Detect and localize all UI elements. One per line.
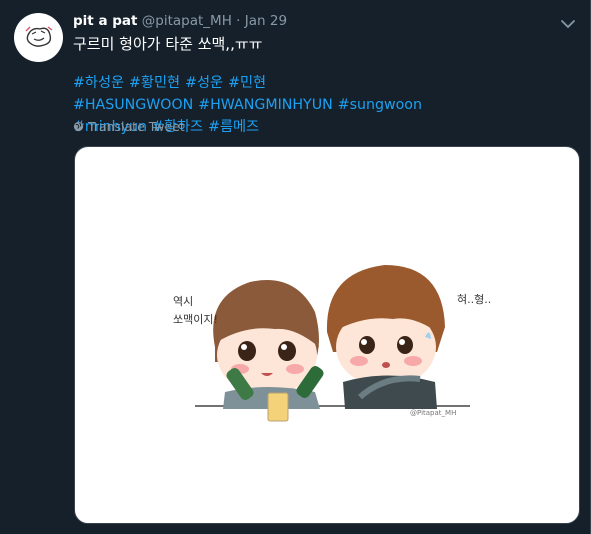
- hashtag-link[interactable]: #황민현: [129, 75, 180, 91]
- globe-icon: [73, 121, 84, 132]
- tweet[interactable]: pit a pat @pitapat_MH · Jan 29 구르미 형아가 타…: [0, 0, 591, 534]
- tweet-date[interactable]: Jan 29: [245, 13, 287, 29]
- avatar-sketch-icon: [25, 26, 53, 47]
- dot-separator: ·: [236, 13, 241, 29]
- user-handle[interactable]: @pitapat_MH: [142, 13, 232, 29]
- artist-signature: @Pitapat_MH: [410, 409, 456, 417]
- hashtag-link[interactable]: #HWANGMINHYUN: [198, 97, 333, 113]
- left-speech-line-2: 쏘맥이지!: [173, 313, 218, 326]
- hashtag-link[interactable]: #름메즈: [208, 119, 259, 135]
- display-name[interactable]: pit a pat: [73, 13, 137, 29]
- tweet-media-image[interactable]: 역시 쏘맥이지! 혀..형.. @Pitapat_MH: [74, 146, 580, 524]
- hashtag-link[interactable]: #성운: [185, 75, 223, 91]
- translate-label: Translate Tweet: [88, 119, 185, 134]
- tweet-header: pit a pat @pitapat_MH · Jan 29: [73, 13, 287, 31]
- tweet-text: 구르미 형아가 타준 쏘맥,,ㅠㅠ: [73, 35, 263, 53]
- hashtag-link[interactable]: #HASUNGWOON: [73, 97, 193, 113]
- hashtag-link[interactable]: #민현: [228, 75, 266, 91]
- hashtag-link[interactable]: #sungwoon: [338, 97, 422, 113]
- avatar[interactable]: [14, 13, 63, 62]
- translate-tweet-link[interactable]: Translate Tweet: [73, 119, 185, 134]
- hashtag-link[interactable]: #하성운: [73, 75, 124, 91]
- chibi-illustration: 역시 쏘맥이지! 혀..형.. @Pitapat_MH: [173, 265, 491, 422]
- right-speech: 혀..형..: [457, 293, 491, 306]
- left-speech-line-1: 역시: [173, 295, 193, 308]
- chevron-down-icon[interactable]: [560, 15, 576, 28]
